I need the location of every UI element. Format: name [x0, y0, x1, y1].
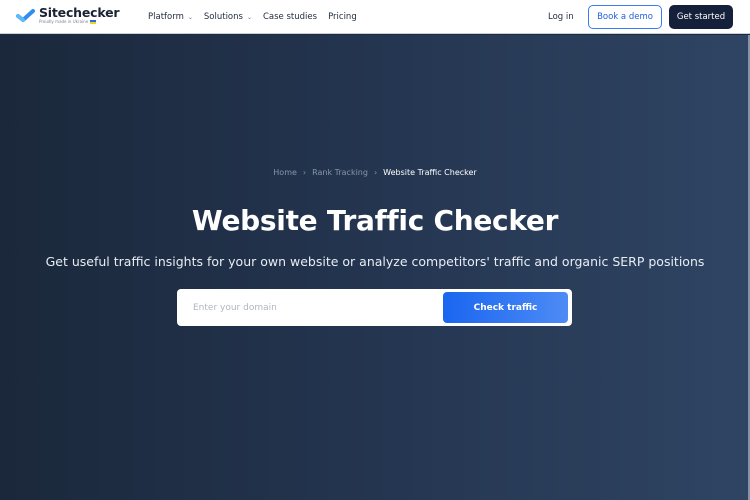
domain-search-form: Check traffic: [177, 289, 572, 326]
nav-case-studies[interactable]: Case studies: [263, 12, 317, 22]
chevron-right-icon: ›: [373, 168, 378, 177]
nav-platform[interactable]: Platform ⌄: [148, 12, 193, 22]
nav-pricing[interactable]: Pricing: [328, 12, 357, 22]
breadcrumb-rank-tracking[interactable]: Rank Tracking: [312, 168, 368, 177]
domain-input[interactable]: [187, 293, 437, 322]
breadcrumb-current: Website Traffic Checker: [383, 168, 477, 177]
get-started-button[interactable]: Get started: [669, 5, 733, 29]
chevron-right-icon: ›: [302, 168, 307, 177]
check-traffic-button[interactable]: Check traffic: [443, 292, 568, 323]
ukraine-flag-icon: [90, 20, 97, 24]
breadcrumb: Home › Rank Tracking › Website Traffic C…: [0, 168, 750, 177]
chevron-down-icon: ⌄: [246, 13, 252, 21]
login-link[interactable]: Log in: [548, 12, 574, 22]
page-subtitle: Get useful traffic insights for your own…: [45, 254, 705, 269]
chevron-down-icon: ⌄: [187, 13, 193, 21]
breadcrumb-home[interactable]: Home: [273, 168, 297, 177]
book-demo-button[interactable]: Book a demo: [588, 5, 662, 29]
nav-platform-label: Platform: [148, 12, 184, 22]
top-navbar: Sitechecker Proudly made in Ukraine Plat…: [0, 0, 750, 34]
main-nav: Platform ⌄ Solutions ⌄ Case studies Pric…: [148, 0, 368, 34]
nav-case-studies-label: Case studies: [262, 12, 318, 22]
checkmark-logo-icon: [16, 8, 35, 22]
nav-solutions[interactable]: Solutions ⌄: [204, 12, 252, 22]
brand-tagline: Proudly made in Ukraine: [39, 19, 119, 25]
nav-pricing-label: Pricing: [328, 12, 357, 22]
logo[interactable]: Sitechecker Proudly made in Ukraine: [16, 5, 120, 25]
nav-solutions-label: Solutions: [203, 12, 243, 22]
brand-name: Sitechecker: [39, 5, 120, 20]
tagline-text: Proudly made in Ukraine: [39, 19, 89, 24]
page-title: Website Traffic Checker: [191, 204, 559, 237]
